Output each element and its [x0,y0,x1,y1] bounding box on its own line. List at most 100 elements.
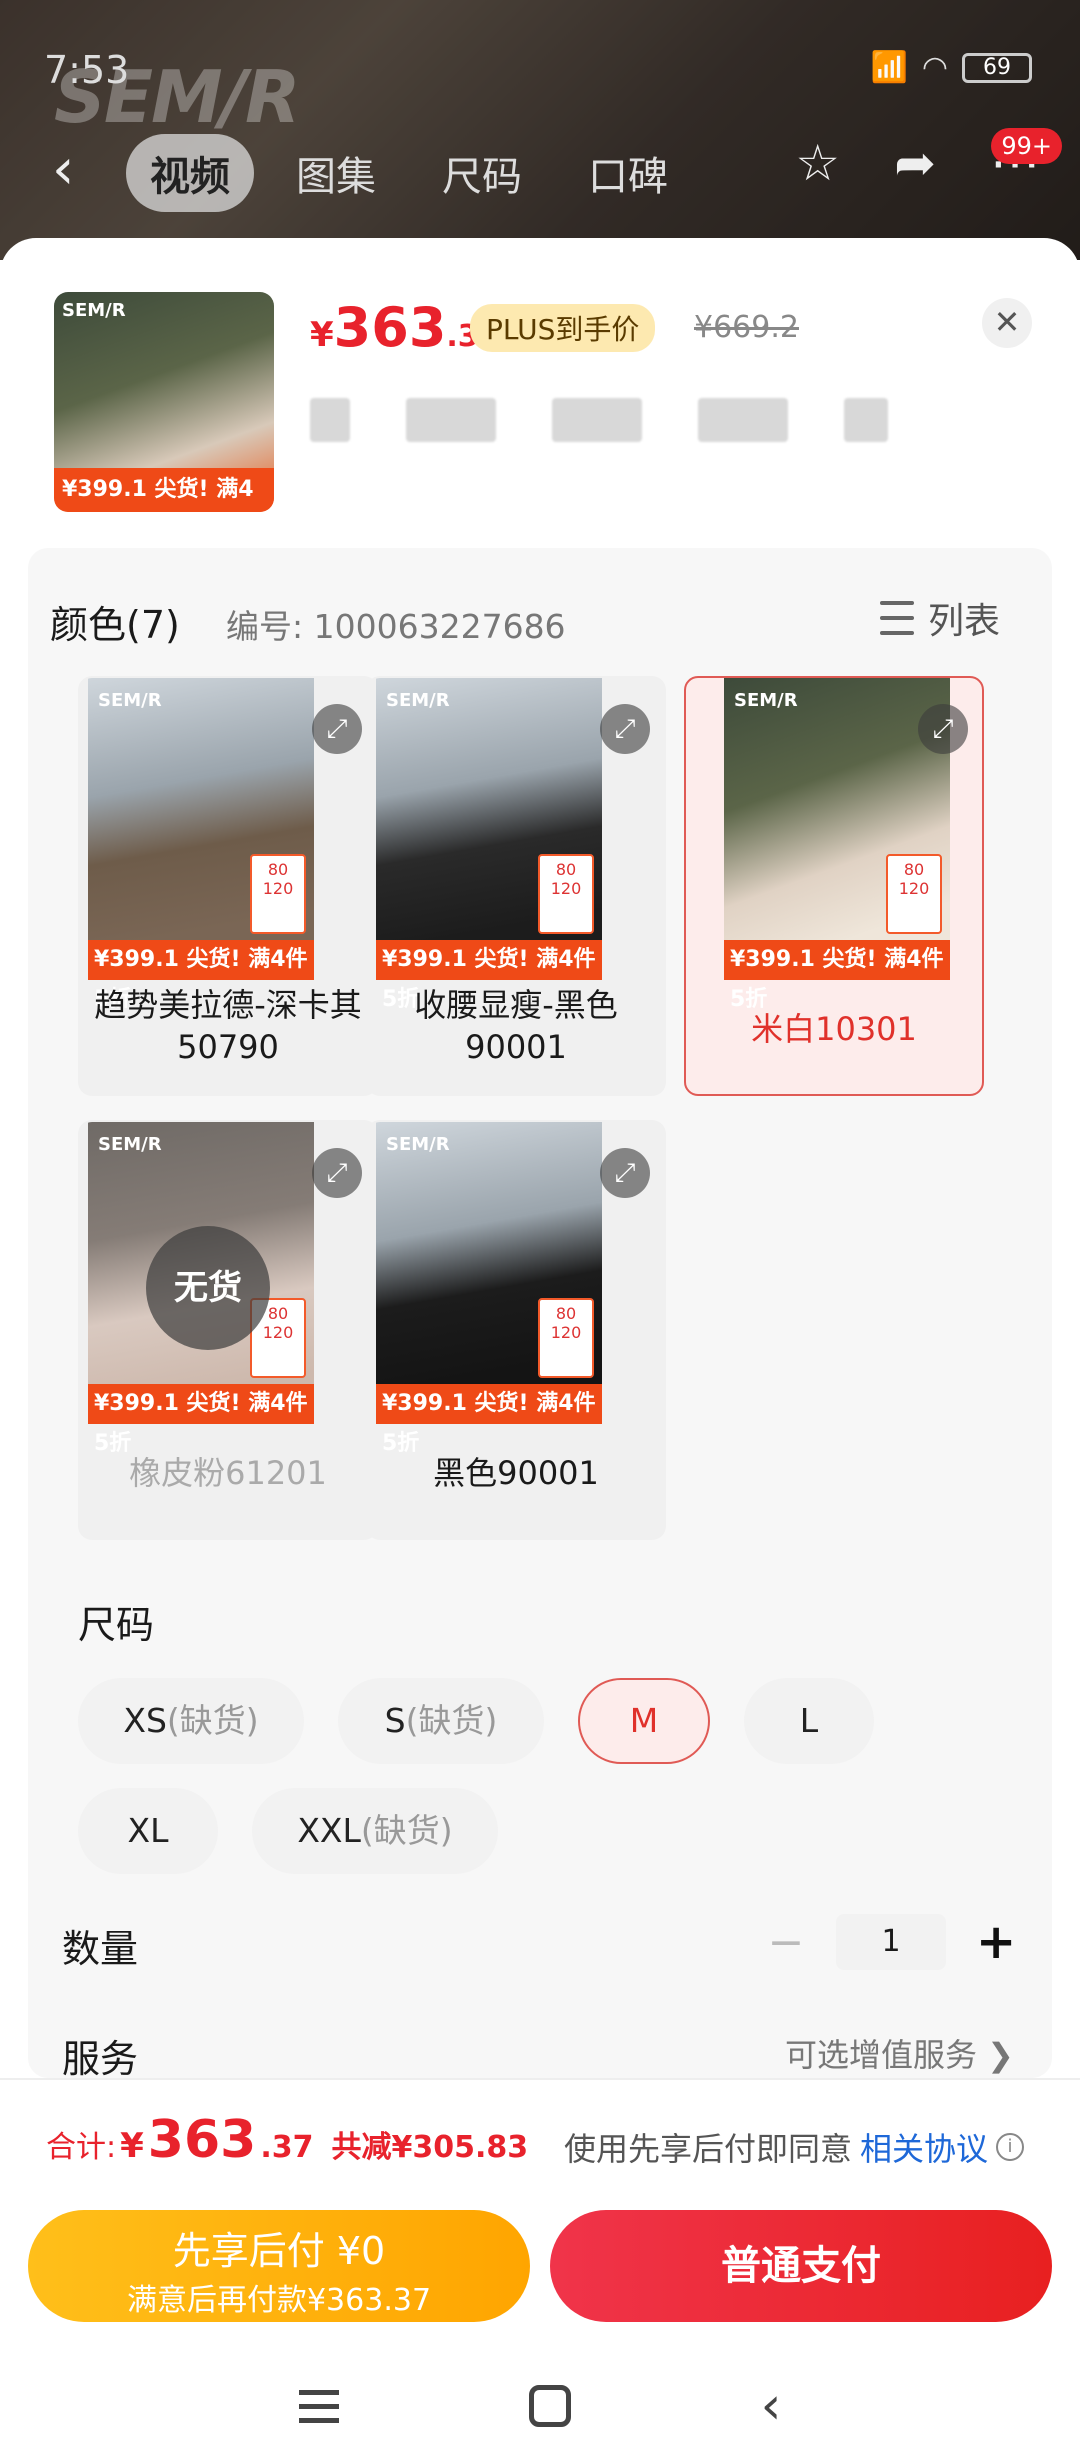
list-view-toggle[interactable]: 列表 [879,592,1000,644]
size-option-s[interactable]: S(缺货) [338,1678,544,1764]
size-option-xl[interactable]: XL [78,1788,218,1874]
close-icon[interactable]: ✕ [982,298,1032,348]
pay-later-line2: 满意后再付款¥363.37 [126,2283,432,2318]
tab-reviews[interactable]: 口碑 [564,134,692,212]
footer-divider [0,2078,1080,2080]
card-brand: SEM/R [386,1134,450,1155]
card-brand: SEM/R [98,1134,162,1155]
info-icon[interactable]: i [996,2133,1024,2161]
price-integer: 363 [333,296,447,359]
total-label: 合计: [46,2130,117,2165]
expand-icon[interactable]: ⤢ [312,1148,362,1198]
blurred-info-row [310,398,888,442]
color-card-image: SEM/R 80 120 ¥399.1 尖货! 满4件5折 无货 [88,1122,314,1456]
order-total: 合计: ¥ 363 .37 共减¥305.83 [46,2110,528,2170]
quantity-input[interactable]: 1 [836,1914,946,1970]
card-brand: SEM/R [98,690,162,711]
tab-gallery[interactable]: 图集 [272,134,400,212]
color-card-disabled[interactable]: SEM/R 80 120 ¥399.1 尖货! 满4件5折 无货 ⤢ 橡皮粉612… [78,1120,378,1540]
blurred-block [698,398,788,442]
thumb-promo-bar: ¥399.1 尖货! 满4件5折 [54,468,274,512]
back-arrow-icon[interactable]: ‹ [52,140,92,200]
card-brand: SEM/R [386,690,450,711]
expand-icon[interactable]: ⤢ [312,704,362,754]
sku-code: 编号: 100063227686 [226,607,566,646]
size-label: XS [123,1701,167,1740]
color-card-selected[interactable]: SEM/R 80 120 ¥399.1 尖货! 满4件5折 ⤢ 米白10301 [684,676,984,1096]
size-option-xs[interactable]: XS(缺货) [78,1678,304,1764]
color-card-label: 趋势美拉德-深卡其50790 [94,986,362,1066]
color-section-title: 颜色(7) [50,603,180,647]
share-icon[interactable]: ➦ [894,134,936,192]
card-promo-bar: ¥399.1 尖货! 满4件5折 [88,1384,314,1456]
agreement-link[interactable]: 相关协议 [860,2124,988,2170]
sold-out-badge: 无货 [146,1226,270,1350]
quantity-stepper: − 1 + [766,1914,1016,1970]
card-coupon-tag: 80 120 [886,854,942,934]
size-label: XL [127,1811,169,1850]
plus-icon[interactable]: + [976,1914,1016,1970]
signal-icon: 📶 [870,50,908,85]
sheet-header: SEM/R ¥399.1 尖货! 满4件5折 ¥ 363 .37 PLUS到手价… [0,238,1080,538]
size-label: XXL [297,1811,361,1850]
color-card-image: SEM/R 80 120 ¥399.1 尖货! 满4件5折 [376,678,602,1012]
color-card-label: 黑色90001 [433,1454,599,1492]
agreement-notice: 使用先享后付即同意 相关协议 i [564,2124,1024,2170]
card-coupon-tag: 80 120 [538,1298,594,1378]
card-promo-bar: ¥399.1 尖货! 满4件5折 [376,940,602,1012]
size-label: M [629,1701,659,1740]
battery-icon: 69 [962,52,1032,83]
minus-icon[interactable]: − [766,1917,806,1968]
card-coupon-tag: 80 120 [250,854,306,934]
expand-icon[interactable]: ⤢ [600,1148,650,1198]
expand-icon[interactable]: ⤢ [918,704,968,754]
plus-price-tag: PLUS到手价 [470,304,656,352]
size-option-l[interactable]: L [744,1678,874,1764]
color-card-label: 收腰显瘦-黑色90001 [414,986,618,1066]
total-savings: 共减¥305.83 [331,2130,529,2165]
wifi-icon: ◠ [921,50,948,85]
tab-video[interactable]: 视频 [126,134,254,212]
product-thumbnail[interactable]: SEM/R ¥399.1 尖货! 满4件5折 [54,292,274,512]
service-options-link[interactable]: 可选增值服务 ❯ [785,2030,1014,2076]
pay-later-button[interactable]: 先享后付 ¥0 满意后再付款¥363.37 [28,2210,530,2322]
blurred-block [844,398,888,442]
color-card-image: SEM/R 80 120 ¥399.1 尖货! 满4件5折 [724,678,950,1012]
message-badge: 99+ [991,128,1062,164]
expand-icon[interactable]: ⤢ [600,704,650,754]
top-tabs: 视频 图集 尺码 口碑 [126,134,692,212]
size-option-m[interactable]: M [578,1678,710,1764]
total-symbol: ¥ [120,2126,144,2166]
recent-apps-icon[interactable] [298,2389,339,2423]
pay-later-line1: 先享后付 ¥0 [172,2229,386,2273]
color-card[interactable]: SEM/R 80 120 ¥399.1 尖货! 满4件5折 ⤢ 收腰显瘦-黑色90… [366,676,666,1096]
service-title: 服务 [62,2037,139,2081]
blurred-block [310,398,350,442]
size-option-xxl[interactable]: XXL(缺货) [252,1788,498,1874]
system-back-icon[interactable]: ‹ [761,2376,782,2436]
size-oos-note: (缺货) [166,1701,259,1740]
home-icon[interactable] [528,2385,571,2427]
size-label: S [384,1701,406,1740]
price-symbol: ¥ [310,315,334,355]
status-time: 7:53 [44,48,130,92]
size-section-title: 尺码 [78,1603,155,1647]
color-card[interactable]: SEM/R 80 120 ¥399.1 尖货! 满4件5折 ⤢ 黑色90001 [366,1120,666,1540]
original-price: ¥669.2 [694,310,799,345]
blurred-block [552,398,642,442]
color-card-image: SEM/R 80 120 ¥399.1 尖货! 满4件5折 [376,1122,602,1456]
card-coupon-tag: 80 120 [538,854,594,934]
total-integer: 363 [147,2110,257,2170]
color-card-label: 橡皮粉61201 [129,1454,327,1492]
star-icon[interactable]: ☆ [795,134,840,192]
tab-size[interactable]: 尺码 [418,134,546,212]
blurred-block [406,398,496,442]
quantity-title: 数量 [62,1927,139,1971]
card-promo-bar: ¥399.1 尖货! 满4件5折 [376,1384,602,1456]
thumb-brand: SEM/R [62,300,126,321]
color-card-image: SEM/R 80 120 ¥399.1 尖货! 满4件5折 [88,678,314,1012]
card-promo-bar: ¥399.1 尖货! 满4件5折 [88,940,314,1012]
list-icon [879,601,914,635]
pay-now-button[interactable]: 普通支付 [550,2210,1052,2322]
color-card[interactable]: SEM/R 80 120 ¥399.1 尖货! 满4件5折 ⤢ 趋势美拉德-深卡其… [78,676,378,1096]
